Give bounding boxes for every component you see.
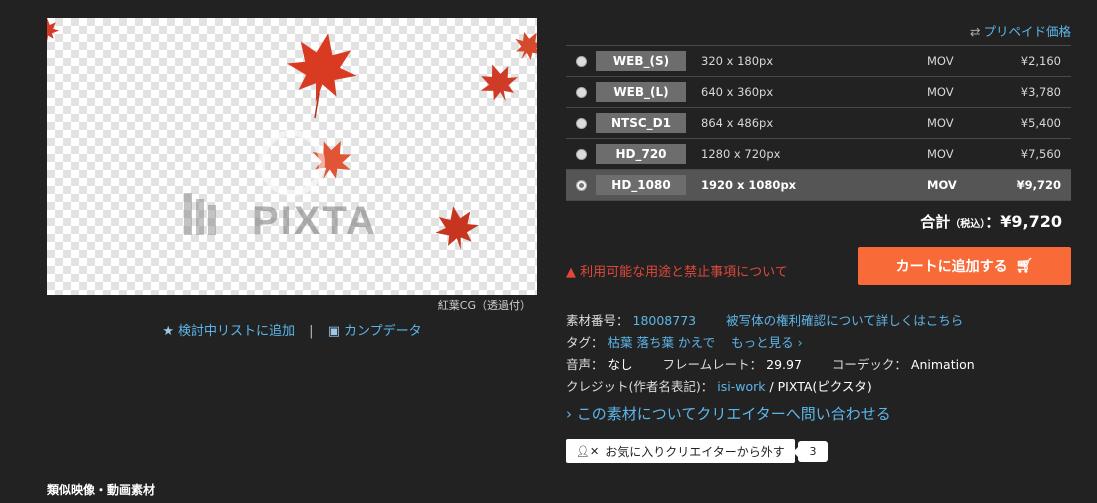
size-name-badge: HD_1080 [596,175,686,195]
credit-row: クレジット(作者名表記)： isi-work / PIXTA(ピクスタ) [566,379,872,394]
leaf-top-right [473,57,525,109]
radio-button[interactable] [576,179,587,191]
price: ¥9,720 [1016,178,1061,192]
comp-data-link[interactable]: ▣ カンプデータ [328,324,422,339]
size-options-table: WEB_(S) 320 x 180px MOV ¥2,160 WEB_(L) 640 x … [566,45,1071,201]
favorite-count-badge: 3 [793,441,828,462]
tag-link[interactable]: 落ち葉 [637,335,675,350]
tag-link[interactable]: 枯葉 [608,335,633,350]
size-option-row[interactable]: HD_720 1280 x 720px MOV ¥7,560 [566,138,1071,169]
leaf-corner [507,24,537,68]
more-tags-link[interactable]: もっと見る › [731,335,802,350]
preview-image[interactable]: PIXTA [47,18,537,295]
price: ¥2,160 [1020,54,1061,68]
size-option-row[interactable]: WEB_(S) 320 x 180px MOV ¥2,160 [566,45,1071,76]
material-number-row: 素材番号： 18008773 被写体の権利確認について詳しくはこちら [566,313,964,328]
add-to-cart-button[interactable]: カートに追加する 🛒︎ [858,247,1071,285]
star-icon: ★ [162,324,175,339]
size-option-row[interactable]: WEB_(L) 640 x 360px MOV ¥3,780 [566,76,1071,107]
chevron-right-icon: › [566,405,572,423]
tags-row: タグ： 枯葉 落ち葉 かえで もっと見る › [566,335,803,350]
leaf-bottom-right [431,202,483,254]
similar-videos-heading: 類似映像・動画素材 [47,483,156,497]
user-remove-icon: 👤︎✕ [576,444,600,458]
specs-row: 音声： なし フレームレート： 29.97 コーデック： Animation [566,357,975,372]
size-name-badge: WEB_(S) [596,51,686,71]
format: MOV [927,54,954,68]
swap-icon: ⇄ [970,24,981,39]
preview-actions: ★ 検討中リストに追加 | ▣ カンプデータ [47,320,537,339]
size-option-row[interactable]: HD_1080 1920 x 1080px MOV ¥9,720 [566,169,1071,201]
total-price: 合計（税込）：¥9,720 [920,212,1062,231]
size-name-badge: HD_720 [596,144,686,164]
format: MOV [927,116,954,130]
radio-button[interactable] [576,55,587,67]
add-to-watchlist-link[interactable]: ★ 検討中リストに追加 [162,324,299,339]
maple-leaves-illustration: PIXTA [47,18,537,254]
radio-button[interactable] [576,117,587,129]
resolution: 640 x 360px [701,85,774,99]
image-icon: ▣ [327,324,340,339]
watermark-circle [259,130,325,196]
size-name-badge: WEB_(L) [596,82,686,102]
price: ¥5,400 [1020,116,1061,130]
price: ¥3,780 [1020,85,1061,99]
remove-favorite-creator-button[interactable]: 👤︎✕ お気に入りクリエイターから外す [566,439,795,463]
resolution: 320 x 180px [701,54,774,68]
material-id[interactable]: 18008773 [633,313,697,328]
cart-icon: 🛒︎ [1015,258,1034,274]
watermark-logo [184,193,216,235]
radio-button[interactable] [576,148,587,160]
price: ¥7,560 [1020,147,1061,161]
format: MOV [927,85,954,99]
resolution: 1920 x 1080px [701,178,797,192]
preview-caption: 紅葉CG（透過付） [437,299,531,312]
prepaid-price-link[interactable]: ⇄ プリペイド価格 [970,21,1071,40]
resolution: 1280 x 720px [701,147,781,161]
usage-restrictions-link[interactable]: ▲ 利用可能な用途と禁止事項について [566,261,788,280]
leaf-large [281,27,363,119]
warning-icon: ▲ [566,265,576,280]
resolution: 864 x 486px [701,116,774,130]
size-name-badge: NTSC_D1 [596,113,686,133]
tag-link[interactable]: かえで [678,335,715,350]
rights-check-link[interactable]: 被写体の権利確認について詳しくはこちら [726,313,963,328]
author-link[interactable]: isi-work [717,379,765,394]
leaf-left-edge [47,18,60,43]
separator: | [309,324,314,339]
watermark-text: PIXTA [252,199,377,243]
radio-button[interactable] [576,86,587,98]
format: MOV [927,178,957,192]
size-option-row[interactable]: NTSC_D1 864 x 486px MOV ¥5,400 [566,107,1071,138]
format: MOV [927,147,954,161]
contact-creator-link[interactable]: › この素材についてクリエイターへ問い合わせる [566,403,891,424]
